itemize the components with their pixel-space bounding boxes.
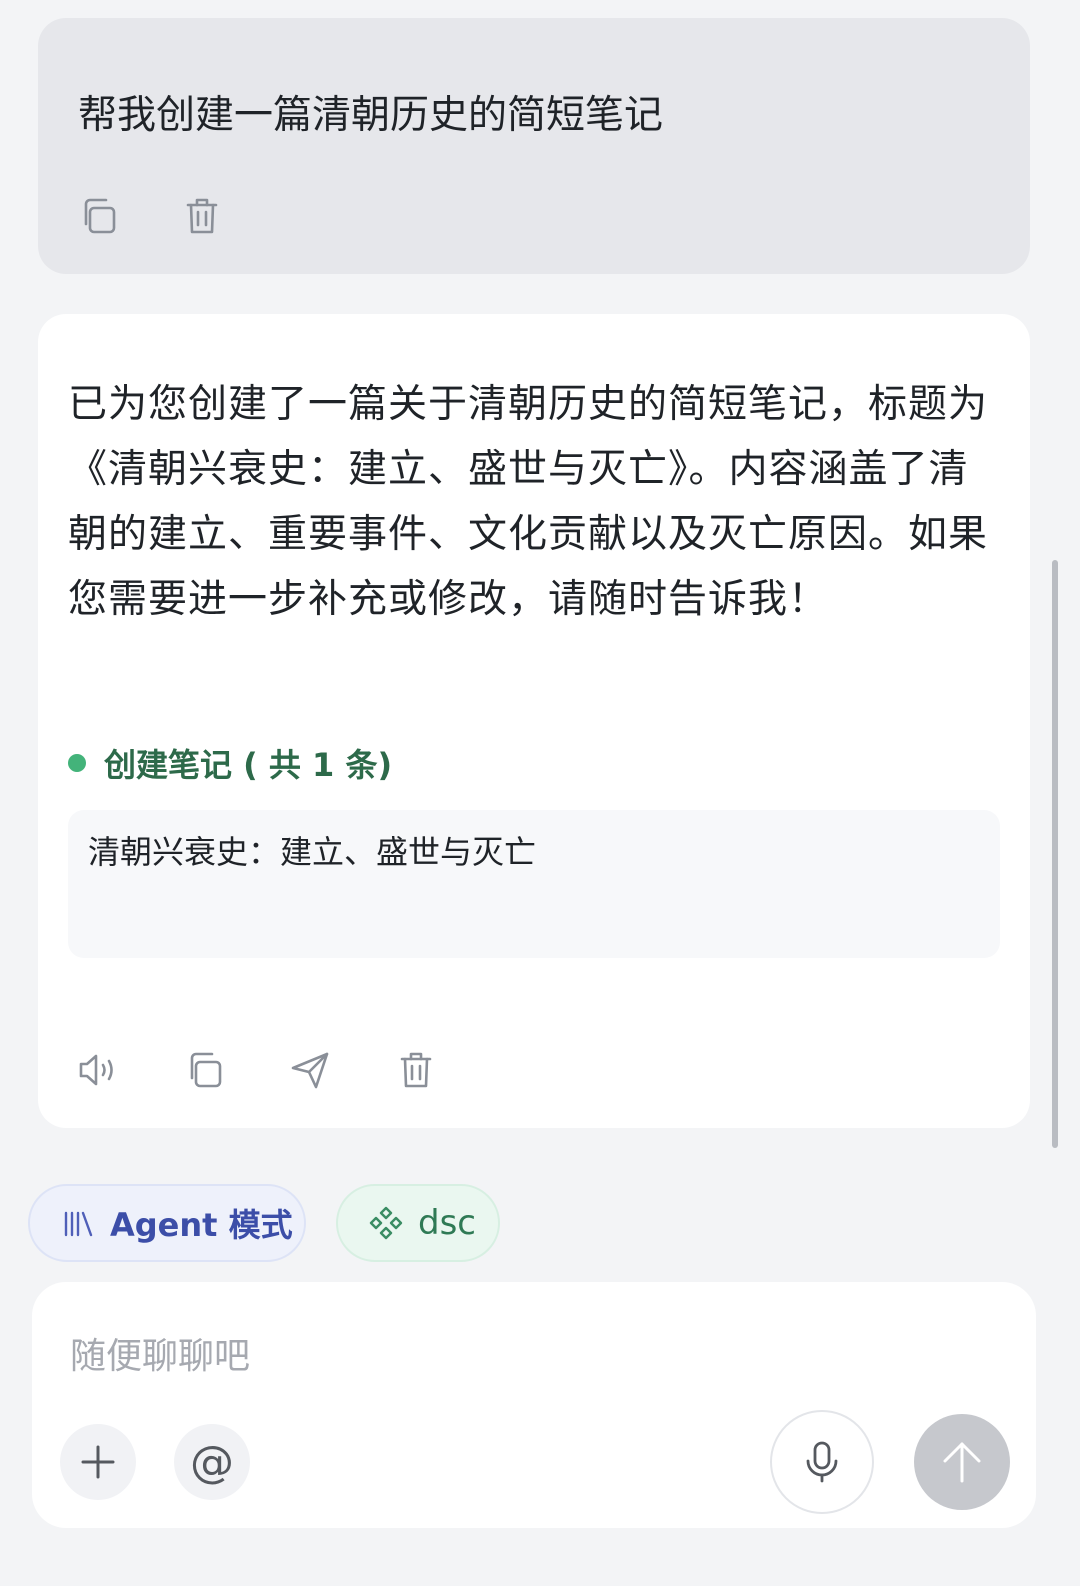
copy-button[interactable] [76, 194, 120, 238]
trash-icon [400, 1052, 432, 1088]
scrollbar[interactable] [1052, 560, 1058, 1148]
agent-mode-label: Agent 模式 [110, 1206, 293, 1244]
assistant-message-actions [76, 1048, 438, 1092]
user-message-text: 帮我创建一篇清朝历史的简短笔记 [78, 93, 664, 138]
plus-icon [81, 1445, 115, 1479]
assistant-message-bubble: 已为您创建了一篇关于清朝历史的简短笔记，标题为《清朝兴衰史：建立、盛世与灭亡》。… [38, 314, 1030, 1128]
copy-icon [190, 1052, 222, 1088]
library-icon [64, 1211, 93, 1237]
add-attachment-button[interactable] [60, 1424, 136, 1500]
tool-result-label: 创建笔记 ( 共 1 条) [104, 746, 393, 784]
trash-icon [186, 198, 218, 234]
speaker-icon [79, 1054, 113, 1086]
at-icon: @ [190, 1436, 234, 1488]
send-button[interactable] [914, 1414, 1010, 1510]
note-card[interactable]: 清朝兴衰史：建立、盛世与灭亡 [68, 810, 1000, 958]
user-message-bubble: 帮我创建一篇清朝历史的简短笔记 [38, 18, 1030, 274]
status-dot [68, 754, 86, 772]
copy-icon [84, 198, 116, 234]
user-message-actions [76, 194, 224, 238]
voice-input-button[interactable] [770, 1410, 874, 1514]
share-button[interactable] [288, 1048, 332, 1092]
dsc-chip[interactable]: dsc [336, 1184, 500, 1262]
dsc-label: dsc [418, 1203, 476, 1243]
composer-panel: @ [32, 1282, 1036, 1528]
note-title: 清朝兴衰史：建立、盛世与灭亡 [88, 833, 537, 871]
chat-input[interactable] [70, 1326, 770, 1386]
share-icon [291, 1052, 329, 1089]
read-aloud-button[interactable] [76, 1048, 120, 1092]
mention-button[interactable]: @ [174, 1424, 250, 1500]
diamond-cluster-icon [369, 1206, 403, 1240]
copy-button[interactable] [182, 1048, 226, 1092]
delete-button[interactable] [180, 194, 224, 238]
microphone-icon [806, 1441, 838, 1483]
agent-mode-chip[interactable]: Agent 模式 [28, 1184, 306, 1262]
tool-result-header: 创建笔记 ( 共 1 条) [68, 740, 392, 786]
delete-button[interactable] [394, 1048, 438, 1092]
assistant-message-text: 已为您创建了一篇关于清朝历史的简短笔记，标题为《清朝兴衰史：建立、盛世与灭亡》。… [68, 382, 989, 622]
arrow-up-icon [943, 1442, 981, 1483]
